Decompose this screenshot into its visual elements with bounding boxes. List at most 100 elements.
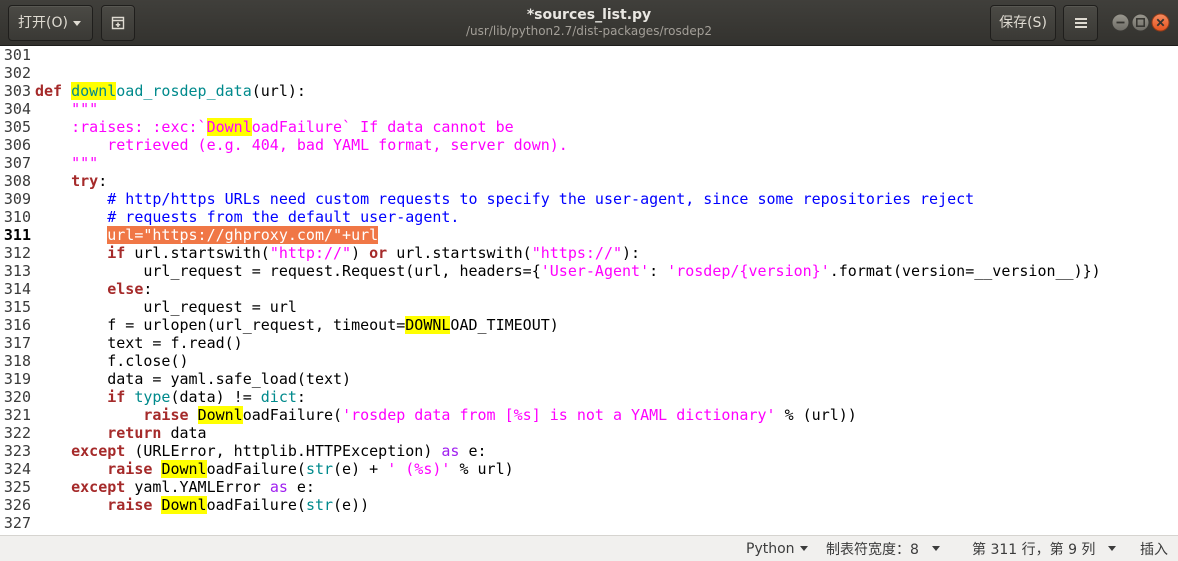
keyword-token[interactable]: or <box>369 244 387 262</box>
code-line[interactable]: f = urlopen(url_request, timeout=DOWNLOA… <box>35 316 1178 334</box>
keyword-token[interactable]: as <box>441 442 459 460</box>
code-line[interactable]: text = f.read() <box>35 334 1178 352</box>
code-token[interactable]: (URLError, httplib.HTTPException) <box>125 442 441 460</box>
code-token[interactable] <box>35 496 107 514</box>
code-token[interactable]: : <box>98 172 107 190</box>
keyword-token[interactable]: if <box>107 388 125 406</box>
code-line[interactable]: url_request = url <box>35 298 1178 316</box>
maximize-button[interactable] <box>1131 13 1150 32</box>
code-token[interactable]: oadFailure( <box>243 406 342 424</box>
code-line[interactable]: except yaml.YAMLError as e: <box>35 478 1178 496</box>
code-token[interactable] <box>125 388 134 406</box>
string-token[interactable]: """ <box>71 154 98 172</box>
search-match[interactable]: Downl <box>197 406 243 424</box>
keyword-token[interactable]: except <box>71 478 125 496</box>
keyword-token[interactable]: if <box>107 244 125 262</box>
code-token[interactable]: (data) != <box>170 388 260 406</box>
code-token[interactable]: url_request = request.Request(url, heade… <box>143 262 540 280</box>
code-line[interactable]: """ <box>35 154 1178 172</box>
identifier-token[interactable]: type <box>134 388 170 406</box>
code-line[interactable]: data = yaml.safe_load(text) <box>35 370 1178 388</box>
code-area[interactable]: def download_rosdep_data(url): """ :rais… <box>35 46 1178 532</box>
keyword-token[interactable]: def <box>35 82 62 100</box>
code-token[interactable]: OAD_TIMEOUT) <box>450 316 558 334</box>
comment-token[interactable]: # requests from the default user-agent. <box>107 208 459 226</box>
keyword-token[interactable]: raise <box>143 406 188 424</box>
string-token[interactable]: ' (%s)' <box>387 460 450 478</box>
code-token[interactable] <box>35 442 71 460</box>
code-token[interactable]: : <box>649 262 667 280</box>
keyword-token[interactable]: return <box>107 424 161 442</box>
code-token[interactable] <box>189 406 198 424</box>
code-token[interactable] <box>35 334 107 352</box>
code-token[interactable]: e: <box>288 478 315 496</box>
code-token[interactable] <box>35 298 143 316</box>
code-token[interactable]: (url): <box>252 82 306 100</box>
code-line[interactable]: url_request = request.Request(url, heade… <box>35 262 1178 280</box>
search-match[interactable]: downl <box>71 82 117 100</box>
code-line[interactable]: def download_rosdep_data(url): <box>35 82 1178 100</box>
code-line[interactable]: try: <box>35 172 1178 190</box>
code-token[interactable] <box>35 388 107 406</box>
code-line[interactable]: :raises: :exc:`DownloadFailure` If data … <box>35 118 1178 136</box>
code-line[interactable]: raise DownloadFailure(str(e) + ' (%s)' %… <box>35 460 1178 478</box>
code-token[interactable]: url.startswith( <box>387 244 531 262</box>
identifier-token[interactable]: oad_rosdep_data <box>116 82 251 100</box>
tab-width-selector[interactable]: 制表符宽度：8 <box>826 536 942 561</box>
code-token[interactable] <box>35 244 107 262</box>
identifier-token[interactable]: dict <box>261 388 297 406</box>
code-token[interactable]: yaml.YAMLError <box>125 478 270 496</box>
code-line[interactable]: if type(data) != dict: <box>35 388 1178 406</box>
keyword-token[interactable]: as <box>270 478 288 496</box>
code-line[interactable] <box>35 64 1178 82</box>
code-token[interactable]: (e)) <box>333 496 369 514</box>
code-line[interactable]: # http/https URLs need custom requests t… <box>35 190 1178 208</box>
menu-button[interactable] <box>1063 5 1098 41</box>
keyword-token[interactable]: try <box>71 172 98 190</box>
code-token[interactable] <box>35 100 71 118</box>
string-token[interactable]: :raises: :exc:` <box>71 118 206 136</box>
code-token[interactable]: % url) <box>450 460 513 478</box>
code-token[interactable] <box>35 190 107 208</box>
string-token[interactable]: retrieved (e.g. 404, bad YAML format, se… <box>107 136 568 154</box>
code-line[interactable]: f.close() <box>35 352 1178 370</box>
code-token[interactable] <box>35 118 71 136</box>
identifier-token[interactable]: str <box>306 496 333 514</box>
code-token[interactable]: oadFailure( <box>207 496 306 514</box>
language-selector[interactable]: Python <box>746 536 810 561</box>
search-match[interactable]: DOWNL <box>405 316 451 334</box>
search-match[interactable]: Downl <box>161 496 207 514</box>
code-token[interactable] <box>62 82 71 100</box>
code-token[interactable]: data <box>161 424 206 442</box>
search-match[interactable]: Downl <box>206 118 252 136</box>
code-line[interactable] <box>35 46 1178 64</box>
code-token[interactable] <box>35 316 107 334</box>
keyword-token[interactable]: else <box>107 280 143 298</box>
keyword-token[interactable]: except <box>71 442 125 460</box>
identifier-token[interactable]: str <box>306 460 333 478</box>
code-line[interactable]: return data <box>35 424 1178 442</box>
code-line[interactable]: except (URLError, httplib.HTTPException)… <box>35 442 1178 460</box>
minimize-button[interactable] <box>1111 13 1130 32</box>
keyword-token[interactable]: raise <box>107 496 152 514</box>
text-editor[interactable]: 301 302 303 304 305 306 307 308 309 310 311 312 313 3… <box>0 46 1178 535</box>
code-line[interactable]: raise DownloadFailure(str(e)) <box>35 496 1178 514</box>
code-token[interactable] <box>35 478 71 496</box>
string-token[interactable]: 'User-Agent' <box>541 262 649 280</box>
code-token[interactable]: (e) + <box>333 460 387 478</box>
code-token[interactable]: .format(version=__version__)}) <box>830 262 1101 280</box>
new-tab-button[interactable] <box>101 5 135 41</box>
code-token[interactable]: f = urlopen(url_request, timeout= <box>107 316 405 334</box>
code-token[interactable] <box>35 352 107 370</box>
comment-token[interactable]: # http/https URLs need custom requests t… <box>107 190 974 208</box>
code-token[interactable] <box>35 406 143 424</box>
open-button[interactable]: 打开(O) <box>8 5 93 41</box>
code-line[interactable] <box>35 514 1178 532</box>
string-token[interactable]: """ <box>71 100 98 118</box>
code-token[interactable]: url.startswith( <box>125 244 269 262</box>
string-token[interactable]: "http://" <box>270 244 351 262</box>
string-token[interactable]: 'rosdep data from [%s] is not a YAML dic… <box>342 406 775 424</box>
code-token[interactable]: ): <box>622 244 640 262</box>
code-token[interactable] <box>35 460 107 478</box>
code-token[interactable]: e: <box>459 442 486 460</box>
